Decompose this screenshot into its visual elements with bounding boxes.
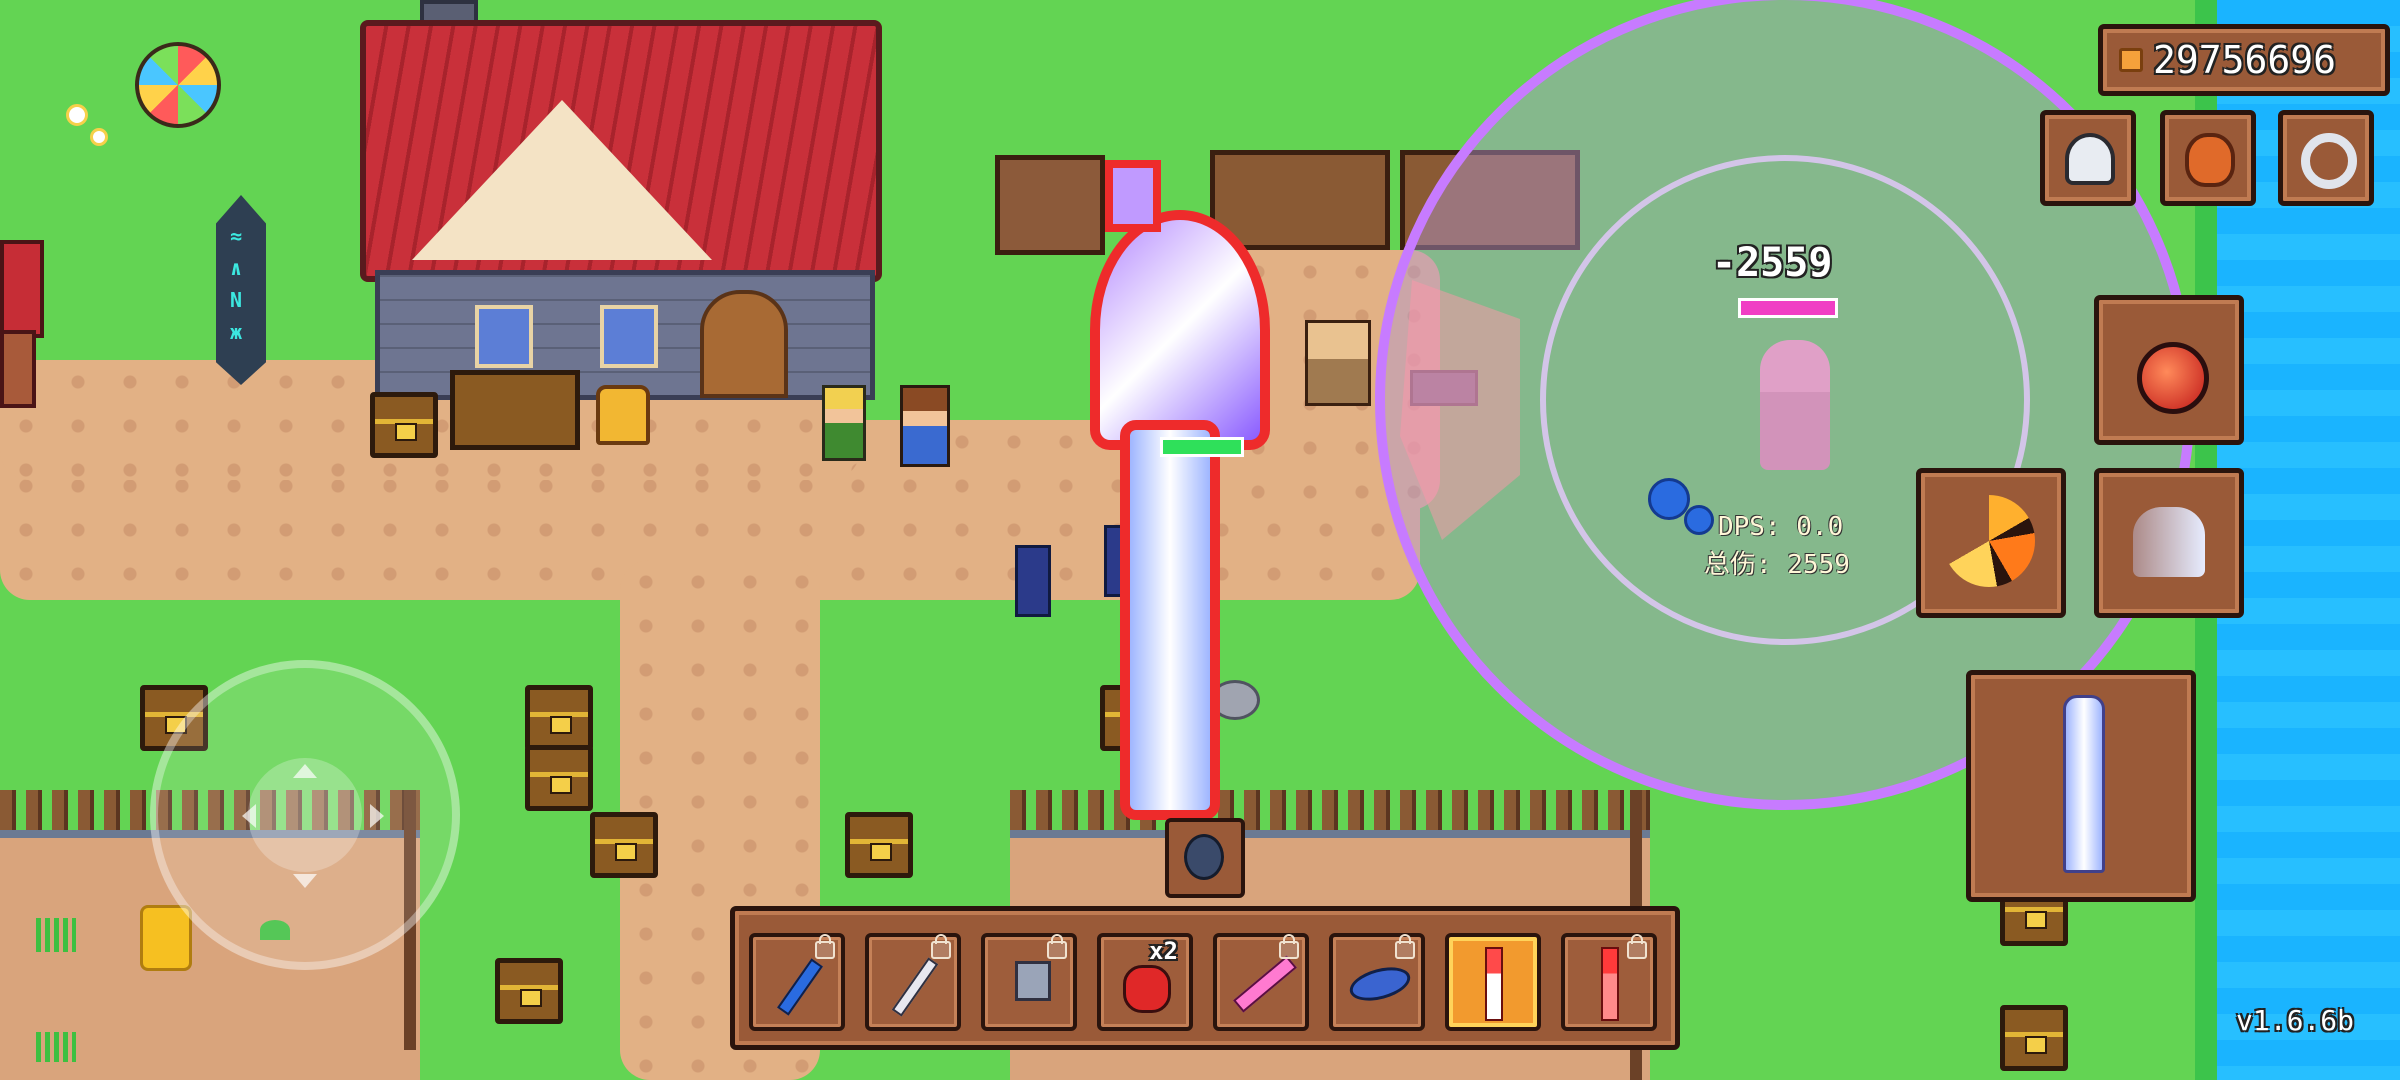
- dps-label: DPS: 0.0: [1718, 512, 1844, 542]
- storage-chest[interactable]: [2000, 1005, 2068, 1071]
- prize-wheel-icon[interactable]: [135, 42, 221, 128]
- lock-icon: [1279, 934, 1299, 959]
- fire-slash-skill-button[interactable]: [1916, 468, 2066, 618]
- hotbar-slot-8[interactable]: [1561, 933, 1657, 1031]
- storage-chest[interactable]: [590, 812, 658, 878]
- neighbor-wall: [0, 330, 36, 408]
- coin-amount: 29756696: [2153, 38, 2337, 82]
- hotbar-slot-1[interactable]: [749, 933, 845, 1031]
- anvil-workbench[interactable]: [450, 370, 580, 450]
- crop-wheat: [36, 918, 76, 952]
- bag-button[interactable]: [2160, 110, 2256, 206]
- storage-chest[interactable]: [525, 685, 593, 751]
- hotbar: x2: [730, 906, 1680, 1050]
- potion-skill-button[interactable]: [2094, 295, 2244, 445]
- total-damage-label: 总伤: 2559: [1704, 550, 1850, 580]
- red-potion-icon: [2137, 342, 2209, 414]
- player-crystal-staff-shaft: [1120, 420, 1220, 820]
- ghost-dash-icon: [2133, 507, 2205, 577]
- hotbar-slot-4[interactable]: x2: [1097, 933, 1193, 1031]
- coin-icon: [2119, 48, 2143, 72]
- storage-chest-open[interactable]: [495, 958, 563, 1024]
- hotbar-slot-3[interactable]: [981, 933, 1077, 1031]
- virtual-joystick[interactable]: [150, 660, 460, 970]
- storage-chest-open[interactable]: [370, 392, 438, 458]
- axe-icon: [1015, 961, 1051, 1001]
- player-health-bar: [1160, 437, 1244, 457]
- lock-icon: [931, 934, 951, 959]
- gold-trophy-icon[interactable]: [596, 385, 650, 445]
- crystal-staff-icon: [1485, 947, 1503, 1021]
- npc-blacksmith[interactable]: [1305, 320, 1371, 406]
- lock-icon: [1395, 934, 1415, 959]
- red-potion-icon: [1123, 965, 1171, 1013]
- chevron-down-icon: [293, 874, 317, 888]
- rune-glyphs: ≈ ∧ Νж: [230, 224, 243, 344]
- lock-icon: [815, 934, 835, 959]
- chevron-up-icon: [293, 764, 317, 778]
- dash-skill-button[interactable]: [2094, 468, 2244, 618]
- chevron-left-icon: [242, 804, 256, 828]
- house-window-right: [600, 305, 658, 368]
- fire-claw-icon: [1943, 495, 2035, 587]
- flower: [66, 104, 88, 126]
- spider-icon: [1184, 834, 1224, 880]
- house-door[interactable]: [700, 290, 788, 398]
- npc-elf[interactable]: [822, 385, 866, 461]
- crop-wheat: [36, 1032, 76, 1062]
- npc-villager[interactable]: [900, 385, 950, 467]
- blue-fish-icon: [1346, 961, 1414, 1007]
- pink-sword-icon: [1233, 955, 1297, 1013]
- equipped-weapon-panel[interactable]: [1966, 670, 2196, 902]
- forge-cart[interactable]: [995, 155, 1105, 255]
- damage-popup: -2559: [1712, 240, 1833, 286]
- weapon-rack[interactable]: [1210, 150, 1390, 250]
- hotbar-slot-6[interactable]: [1329, 933, 1425, 1031]
- settings-button[interactable]: [2278, 110, 2374, 206]
- lock-icon: [1627, 934, 1647, 959]
- npc-mage-1[interactable]: [1015, 545, 1051, 617]
- skull-icon: [2065, 133, 2115, 185]
- player-crystal-staff: [1090, 210, 1270, 450]
- lock-icon: [1047, 934, 1067, 959]
- crop-corn: [140, 905, 192, 971]
- flower: [90, 128, 108, 146]
- blue-staff-icon: [777, 958, 823, 1016]
- house-window-left: [475, 305, 533, 368]
- fishing-rod-icon: [891, 957, 939, 1017]
- red-staff-icon: [1601, 947, 1619, 1021]
- enemy-health-bar: [1738, 298, 1838, 318]
- house-gable: [412, 100, 712, 260]
- chevron-right-icon: [370, 804, 384, 828]
- blue-slime-orb: [1648, 478, 1690, 520]
- player-crystal-staff-tip: [1105, 160, 1161, 232]
- hotbar-slot-7[interactable]: [1445, 933, 1541, 1031]
- version-label: v1.6.6b: [2236, 1004, 2355, 1037]
- storage-chest[interactable]: [845, 812, 913, 878]
- skull-button[interactable]: [2040, 110, 2136, 206]
- fence-center: [1010, 790, 1650, 838]
- gear-icon: [2301, 133, 2357, 189]
- blue-slime-orb-small: [1684, 505, 1714, 535]
- hotbar-slot-5[interactable]: [1213, 933, 1309, 1031]
- training-dummy[interactable]: [1760, 340, 1830, 470]
- hotbar-slot-2[interactable]: [865, 933, 961, 1031]
- storage-chest[interactable]: [525, 745, 593, 811]
- coin-counter: 29756696: [2098, 24, 2390, 96]
- item-count-badge: x2: [1149, 937, 1178, 965]
- neighbor-roof: [0, 240, 44, 338]
- loot-bag-icon: [2185, 133, 2235, 187]
- crystal-staff-icon: [2063, 695, 2105, 873]
